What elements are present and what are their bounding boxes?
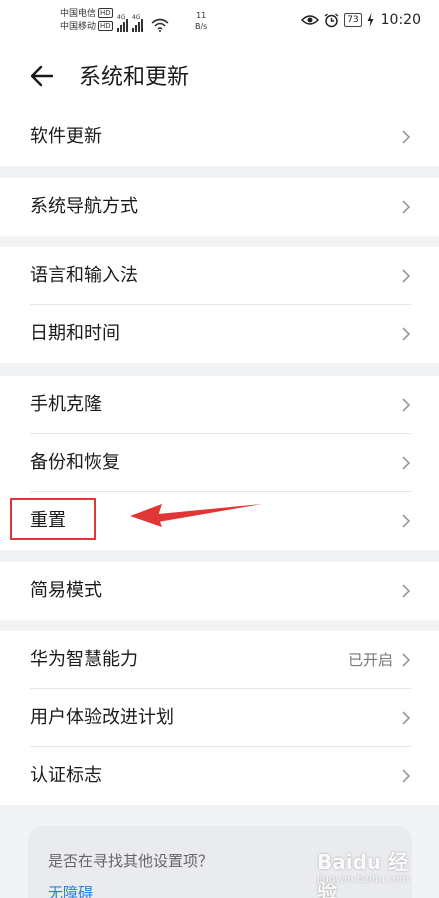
settings-group-huawei: 华为智慧能力 已开启 用户体验改进计划 认证标志 [0, 631, 439, 805]
watermark-url: jingyan.baidu.com [317, 874, 410, 885]
status-right: 73 10:20 [301, 12, 421, 28]
settings-group-navigation: 系统导航方式 [0, 178, 439, 236]
carrier-1: 中国电信 [60, 9, 97, 19]
settings-item-label: 华为智慧能力 [30, 649, 138, 670]
settings-item-label: 简易模式 [30, 580, 102, 601]
settings-item-phone-clone[interactable]: 手机克隆 [0, 376, 439, 434]
page-title: 系统和更新 [79, 65, 190, 90]
status-bar: 中国电信 HD 中国移动 HD 4G 4G 11 B/s 73 10:20 [0, 0, 439, 44]
charging-icon [367, 13, 374, 27]
chevron-right-icon [402, 653, 411, 667]
signal-indicators: 4G 4G [117, 12, 169, 32]
settings-group-update: 软件更新 [0, 108, 439, 166]
settings-item-ux-improvement[interactable]: 用户体验改进计划 [0, 689, 439, 747]
settings-item-label: 日期和时间 [30, 323, 120, 344]
chevron-right-icon [402, 769, 411, 783]
settings-item-label: 系统导航方式 [30, 196, 138, 217]
signal-icon: 4G [117, 14, 128, 32]
suggestion-question: 是否在寻找其他设置项？ [48, 852, 214, 870]
clock: 10:20 [380, 12, 421, 28]
chevron-right-icon [402, 456, 411, 470]
chevron-right-icon [402, 584, 411, 598]
settings-item-system-navigation[interactable]: 系统导航方式 [0, 178, 439, 236]
settings-item-label: 认证标志 [30, 765, 102, 786]
chevron-right-icon [402, 398, 411, 412]
chevron-right-icon [402, 327, 411, 341]
battery-indicator: 73 [344, 13, 362, 27]
chevron-right-icon [402, 711, 411, 725]
baidu-watermark: Baidu 经验 jingyan.baidu.com [317, 842, 417, 898]
settings-item-backup-restore[interactable]: 备份和恢复 [0, 434, 439, 492]
carrier-info: 中国电信 HD 中国移动 HD [60, 8, 113, 34]
settings-group-language-time: 语言和输入法 日期和时间 [0, 247, 439, 363]
settings-item-label: 备份和恢复 [30, 452, 120, 473]
settings-item-label: 软件更新 [30, 126, 102, 147]
chevron-right-icon [402, 514, 411, 528]
settings-item-label: 用户体验改进计划 [30, 707, 174, 728]
settings-item-label: 语言和输入法 [30, 265, 138, 286]
settings-item-huawei-ai[interactable]: 华为智慧能力 已开启 [0, 631, 439, 689]
app-header: 系统和更新 [0, 44, 439, 108]
settings-item-software-update[interactable]: 软件更新 [0, 108, 439, 166]
speed-unit: B/s [195, 22, 208, 31]
network-tag: 4G [117, 14, 126, 21]
chevron-right-icon [402, 130, 411, 144]
annotation-highlight-box [10, 498, 96, 540]
settings-item-simple-mode[interactable]: 简易模式 [0, 562, 439, 620]
settings-item-language-input[interactable]: 语言和输入法 [0, 247, 439, 305]
speed-value: 11 [196, 11, 207, 20]
network-tag: 4G [132, 14, 141, 21]
watermark-text: Baidu 经验 [317, 850, 409, 898]
network-speed: 11 B/s [195, 10, 207, 32]
settings-item-date-time[interactable]: 日期和时间 [0, 305, 439, 363]
settings-screen: 中国电信 HD 中国移动 HD 4G 4G 11 B/s 73 10:20 系统… [0, 0, 439, 898]
alarm-icon [324, 12, 339, 27]
back-arrow-icon[interactable] [28, 62, 56, 90]
carrier-2: 中国移动 [60, 22, 97, 32]
wifi-icon [151, 18, 169, 32]
chevron-right-icon [402, 200, 411, 214]
hd-badge: HD [98, 8, 113, 18]
accessibility-link[interactable]: 无障碍 [48, 882, 93, 898]
eye-icon [301, 15, 320, 25]
settings-group-simple-mode: 简易模式 [0, 562, 439, 620]
settings-item-status: 已开启 [347, 651, 393, 669]
annotation-arrow-icon [130, 504, 262, 527]
signal-icon: 4G [132, 14, 143, 32]
hd-badge: HD [98, 21, 113, 31]
settings-item-label: 手机克隆 [30, 394, 102, 415]
settings-item-certification[interactable]: 认证标志 [0, 747, 439, 805]
chevron-right-icon [402, 269, 411, 283]
